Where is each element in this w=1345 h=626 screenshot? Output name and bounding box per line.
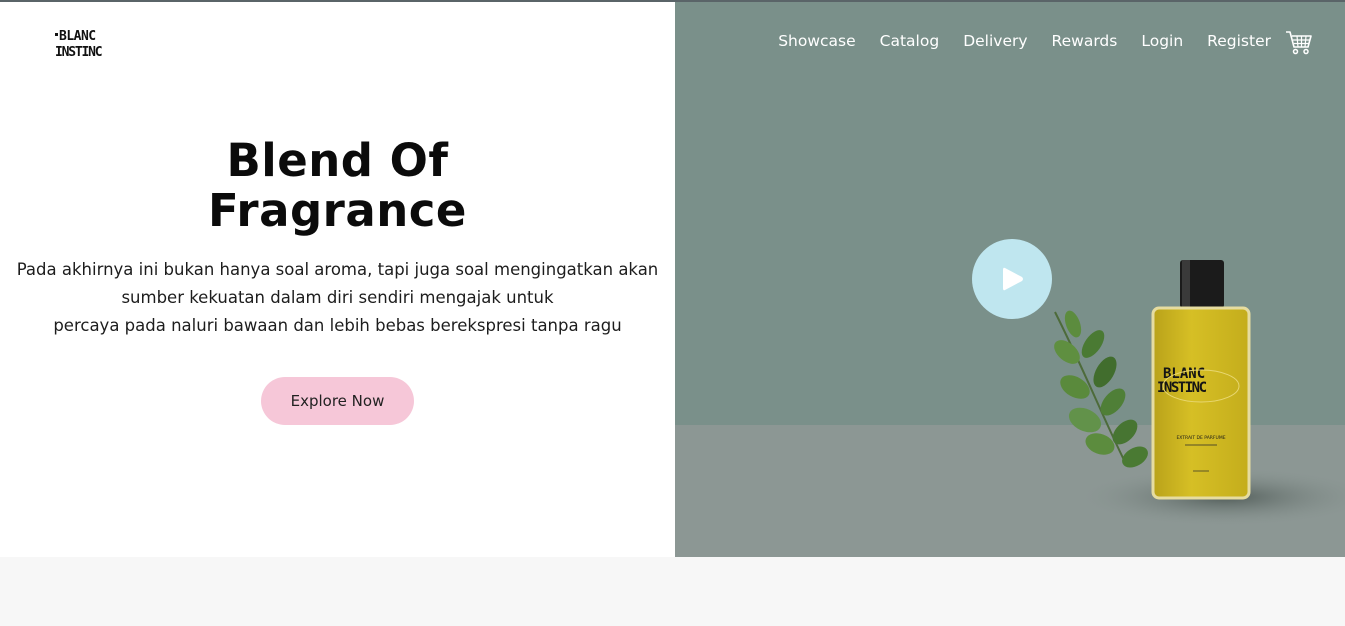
play-video-button[interactable] [972, 239, 1052, 319]
play-icon [1003, 267, 1023, 291]
hero-right-panel: Showcase Catalog Delivery Rewards Login … [675, 2, 1345, 557]
explore-now-button[interactable]: Explore Now [261, 377, 414, 425]
svg-text:INSTINC: INSTINC [55, 45, 102, 60]
main-nav: Showcase Catalog Delivery Rewards Login … [754, 32, 1271, 50]
below-fold-section [0, 557, 1345, 626]
hero-title-line-1: Blend Of [226, 134, 449, 187]
nav-rewards[interactable]: Rewards [1052, 32, 1118, 50]
hero-title: Blend Of Fragrance [0, 136, 675, 236]
hero-title-line-2: Fragrance [208, 184, 467, 237]
hero-description-line-3: percaya pada naluri bawaan dan lebih beb… [53, 316, 622, 335]
hero-description-line-2: sumber kekuatan dalam diri sendiri menga… [121, 288, 554, 307]
nav-register[interactable]: Register [1207, 32, 1271, 50]
svg-text:EXTRAIT DE PARFUME: EXTRAIT DE PARFUME [1176, 435, 1225, 441]
nav-catalog[interactable]: Catalog [880, 32, 940, 50]
hero-left-panel: BLANC INSTINC Blend Of Fragrance Pada ak… [0, 2, 675, 557]
svg-text:BLANC: BLANC [59, 29, 96, 44]
brand-logo[interactable]: BLANC INSTINC [55, 26, 115, 60]
hero-description: Pada akhirnya ini bukan hanya soal aroma… [0, 256, 675, 340]
perfume-product-image: BLANC INSTINC EXTRAIT DE PARFUME [1054, 260, 1345, 527]
shopping-cart-icon[interactable] [1285, 28, 1313, 56]
nav-delivery[interactable]: Delivery [963, 32, 1027, 50]
nav-showcase[interactable]: Showcase [778, 32, 855, 50]
nav-login[interactable]: Login [1141, 32, 1183, 50]
hero-description-line-1: Pada akhirnya ini bukan hanya soal aroma… [16, 260, 659, 279]
